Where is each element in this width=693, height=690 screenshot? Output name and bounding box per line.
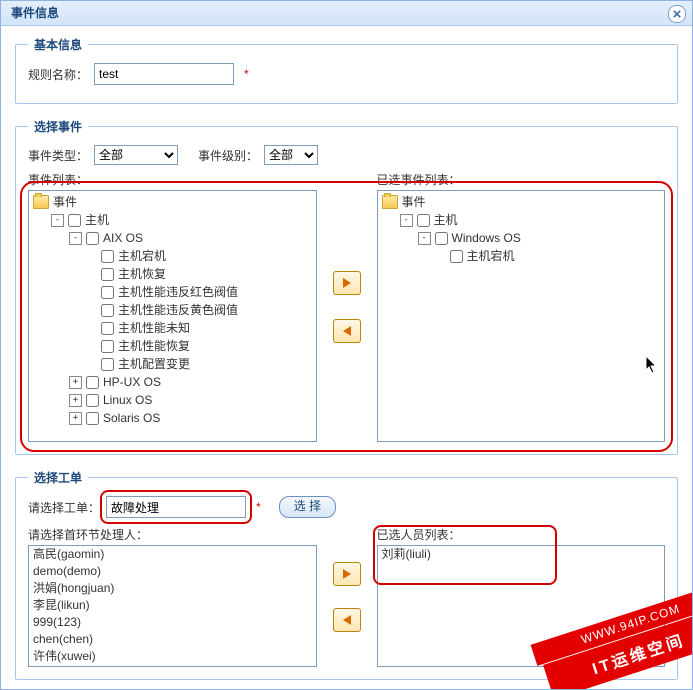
tree-node-label[interactable]: 主机 [434, 211, 458, 229]
close-icon [673, 10, 681, 18]
tree-checkbox[interactable] [101, 322, 114, 335]
handler-item[interactable]: 李昆(likun) [29, 597, 316, 614]
pick-workorder-label: 请选择工单： [28, 499, 100, 516]
tree-checkbox[interactable] [417, 214, 430, 227]
handler-left-col: 请选择首环节处理人： 高民(gaomin)demo(demo)洪娟(hongju… [28, 526, 317, 667]
tree-checkbox[interactable] [86, 412, 99, 425]
dialog-body: 基本信息 规则名称： * 选择事件 事件类型： 全部 事件级别： 全部 [1, 26, 692, 680]
tree-checkbox[interactable] [101, 304, 114, 317]
selected-handler-label: 已选人员列表： [377, 528, 461, 542]
tree-toggle[interactable]: - [418, 232, 431, 245]
arrow-right-icon [341, 568, 353, 580]
required-star: * [244, 67, 249, 81]
required-star-wo: * [256, 500, 261, 514]
event-level-label: 事件级别： [198, 147, 258, 164]
tree-node-label[interactable]: HP-UX OS [103, 373, 161, 391]
tree-leaf-label[interactable]: 主机恢复 [118, 265, 166, 283]
tree-toggle[interactable]: + [69, 394, 82, 407]
handler-transfer-buttons [325, 526, 369, 667]
tree-node-label[interactable]: AIX OS [103, 229, 143, 247]
event-right-listbox[interactable]: 事件-主机-Windows OS主机宕机 [377, 190, 666, 442]
tree-node-label[interactable]: Linux OS [103, 391, 152, 409]
tree-leaf-label[interactable]: 主机宕机 [467, 247, 515, 265]
tree-leaf-label[interactable]: 主机性能违反红色阀值 [118, 283, 238, 301]
tree-checkbox[interactable] [86, 232, 99, 245]
handler-list-label: 请选择首环节处理人： [28, 526, 317, 543]
event-left-listbox[interactable]: 事件-主机-AIX OS主机宕机主机恢复主机性能违反红色阀值主机性能违反黄色阀值… [28, 190, 317, 442]
event-transfer-buttons [325, 171, 369, 442]
select-workorder-button[interactable]: 选 择 [279, 496, 336, 518]
move-left-button[interactable] [333, 319, 361, 343]
legend-select-workorder: 选择工单 [28, 469, 88, 486]
event-right-col: 已选事件列表： 事件-主机-Windows OS主机宕机 [377, 171, 666, 442]
fieldset-select-event: 选择事件 事件类型： 全部 事件级别： 全部 事件列表： 事件-主机-AIX O… [15, 118, 678, 455]
tree-checkbox[interactable] [101, 250, 114, 263]
row-rule-name: 规则名称： * [28, 63, 665, 85]
fieldset-basic: 基本信息 规则名称： * [15, 36, 678, 104]
tree-leaf-label[interactable]: 主机性能恢复 [118, 337, 190, 355]
tree-checkbox[interactable] [101, 340, 114, 353]
tree-checkbox[interactable] [68, 214, 81, 227]
move-right-button[interactable] [333, 271, 361, 295]
handler-left-listbox[interactable]: 高民(gaomin)demo(demo)洪娟(hongjuan)李昆(likun… [28, 545, 317, 667]
arrow-left-icon [341, 325, 353, 337]
tree-checkbox[interactable] [101, 358, 114, 371]
folder-icon [33, 195, 49, 209]
tree-toggle[interactable]: + [69, 376, 82, 389]
tree-checkbox[interactable] [101, 268, 114, 281]
tree-checkbox[interactable] [435, 232, 448, 245]
legend-basic: 基本信息 [28, 36, 88, 53]
tree-node-label[interactable]: 主机 [85, 211, 109, 229]
handler-item[interactable]: demo(demo) [29, 563, 316, 580]
tree-toggle[interactable]: - [400, 214, 413, 227]
tree-leaf-label[interactable]: 主机配置变更 [118, 355, 190, 373]
workorder-input[interactable] [106, 496, 246, 518]
handler-item[interactable]: 洪娟(hongjuan) [29, 580, 316, 597]
rule-name-label: 规则名称： [28, 66, 88, 83]
handler-item[interactable]: 999(123) [29, 614, 316, 631]
tree-toggle[interactable]: + [69, 412, 82, 425]
event-level-select[interactable]: 全部 [264, 145, 318, 165]
rule-name-input[interactable] [94, 63, 234, 85]
tree-checkbox[interactable] [86, 394, 99, 407]
handler-item[interactable]: 高民(gaomin) [29, 546, 316, 563]
event-list-label: 事件列表： [28, 171, 317, 188]
tree-leaf-label[interactable]: 主机性能未知 [118, 319, 190, 337]
selected-handler-item[interactable]: 刘莉(liuli) [378, 546, 665, 563]
event-dual-list: 事件列表： 事件-主机-AIX OS主机宕机主机恢复主机性能违反红色阀值主机性能… [28, 171, 665, 442]
event-type-select[interactable]: 全部 [94, 145, 178, 165]
arrow-right-icon [341, 277, 353, 289]
folder-icon [382, 195, 398, 209]
dialog-window: 事件信息 基本信息 规则名称： * 选择事件 事件类型： 全部 事件级别： [0, 0, 693, 690]
close-button[interactable] [668, 5, 686, 23]
row-pick-workorder: 请选择工单： * 选 择 [28, 496, 665, 518]
tree-node-label[interactable]: Windows OS [452, 229, 521, 247]
event-left-col: 事件列表： 事件-主机-AIX OS主机宕机主机恢复主机性能违反红色阀值主机性能… [28, 171, 317, 442]
window-title: 事件信息 [11, 6, 59, 20]
arrow-left-icon [341, 614, 353, 626]
handler-move-left-button[interactable] [333, 608, 361, 632]
handler-item[interactable]: chen(chen) [29, 631, 316, 648]
selected-event-list-label: 已选事件列表： [377, 171, 666, 188]
tree-node-label[interactable]: Solaris OS [103, 409, 160, 427]
handler-item[interactable]: mochaoc(mochaoc) [29, 665, 316, 667]
event-type-label: 事件类型： [28, 147, 88, 164]
tree-toggle[interactable]: - [69, 232, 82, 245]
tree-root-label[interactable]: 事件 [53, 193, 77, 211]
tree-root-label[interactable]: 事件 [402, 193, 426, 211]
tree-checkbox[interactable] [450, 250, 463, 263]
tree-checkbox[interactable] [101, 286, 114, 299]
row-event-filters: 事件类型： 全部 事件级别： 全部 [28, 145, 665, 165]
tree-leaf-label[interactable]: 主机性能违反黄色阀值 [118, 301, 238, 319]
tree-toggle[interactable]: - [51, 214, 64, 227]
handler-move-right-button[interactable] [333, 562, 361, 586]
tree-checkbox[interactable] [86, 376, 99, 389]
legend-select-event: 选择事件 [28, 118, 88, 135]
titlebar: 事件信息 [1, 1, 692, 26]
tree-leaf-label[interactable]: 主机宕机 [118, 247, 166, 265]
handler-item[interactable]: 许伟(xuwei) [29, 648, 316, 665]
